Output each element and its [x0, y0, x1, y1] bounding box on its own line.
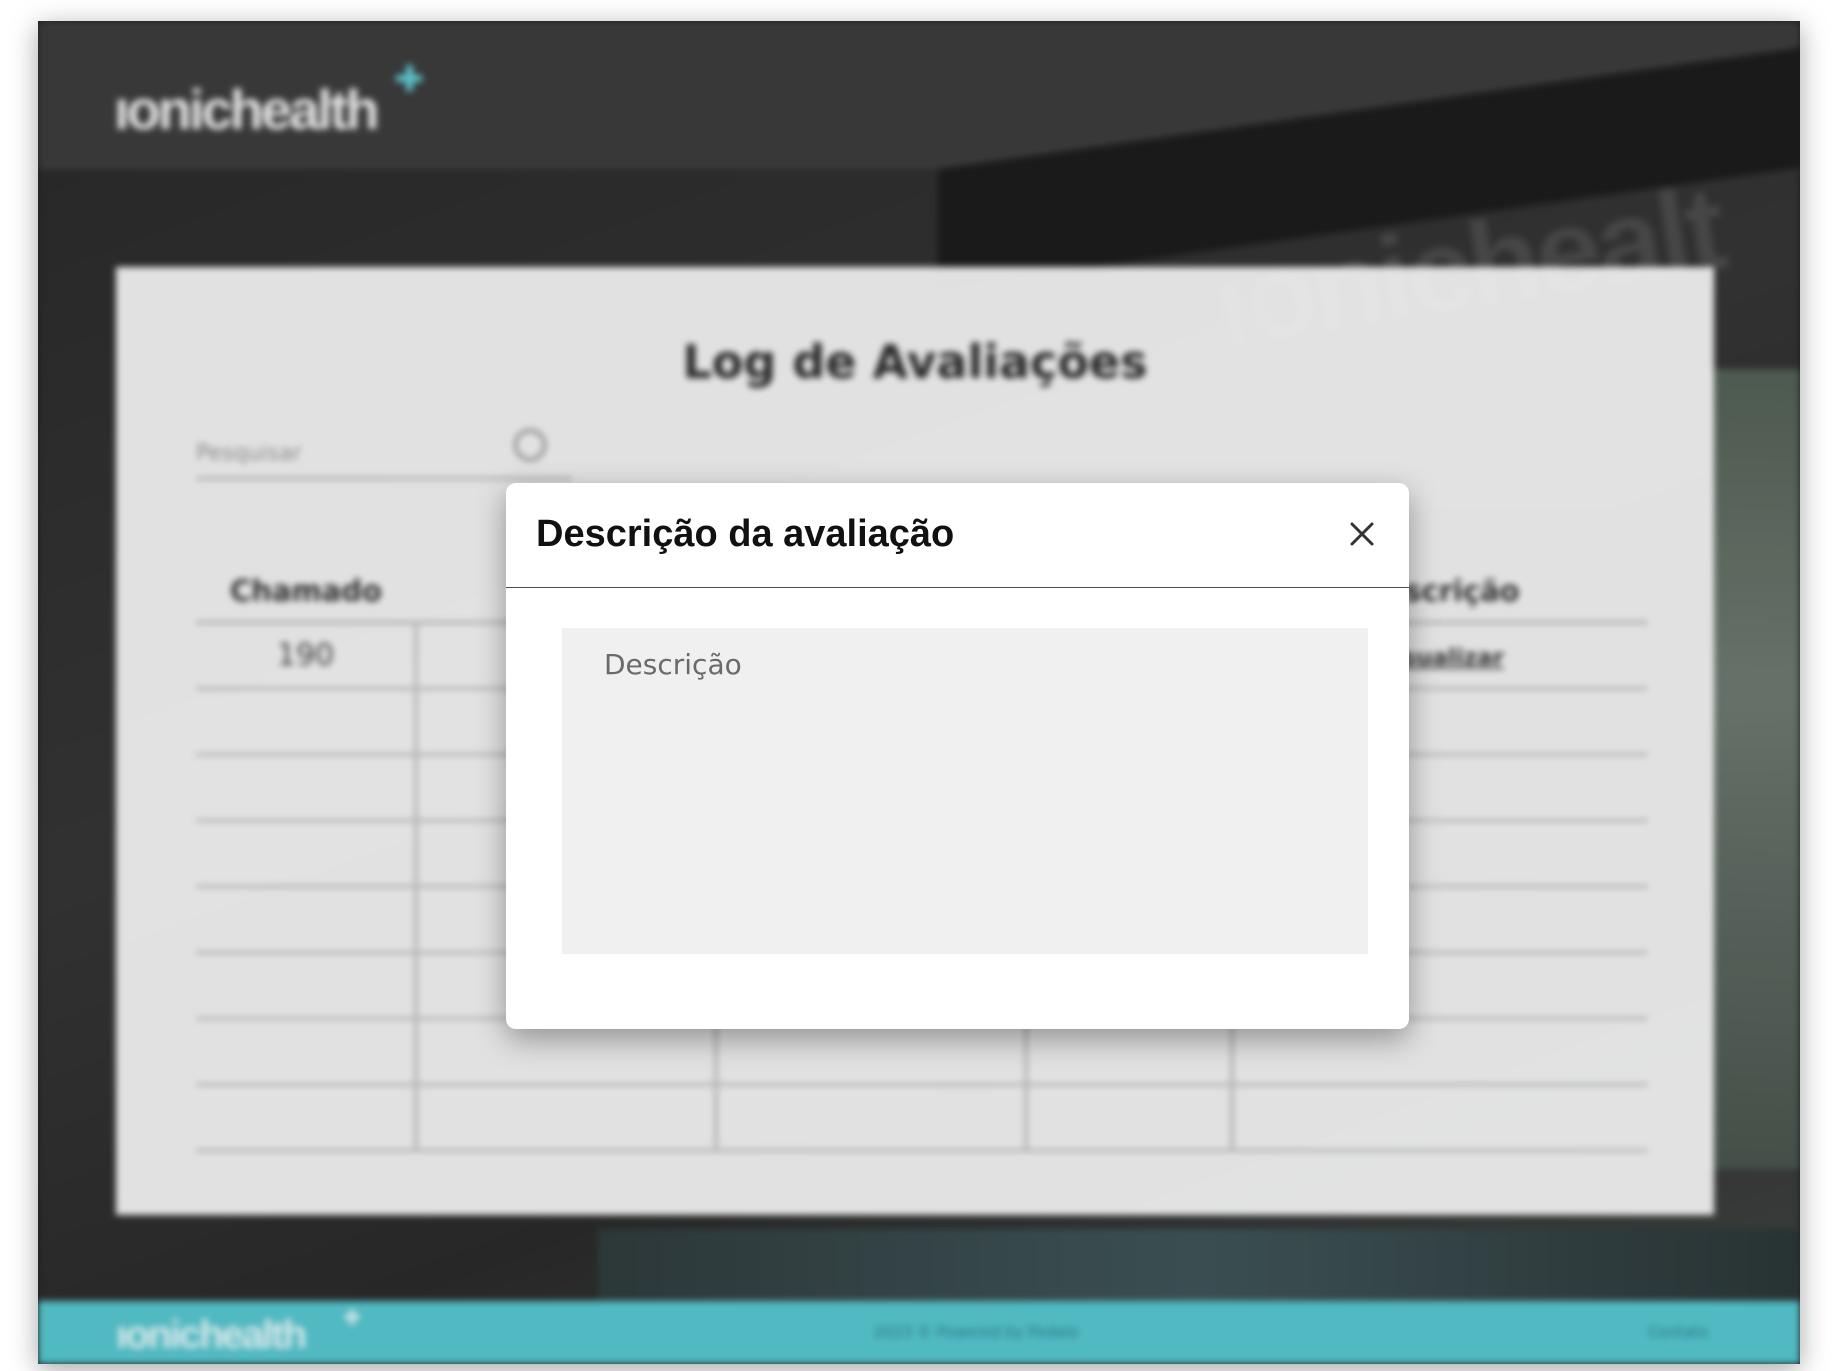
app-window: ıonichealth ıonichealt Log de Avaliações…: [38, 21, 1800, 1364]
evaluation-description-dialog: Descrição da avaliação: [506, 483, 1409, 1029]
description-textarea[interactable]: [562, 628, 1368, 954]
dialog-header: Descrição da avaliação: [506, 483, 1409, 588]
dialog-title: Descrição da avaliação: [536, 513, 955, 555]
close-button[interactable]: [1341, 513, 1383, 555]
close-icon: [1350, 522, 1374, 546]
